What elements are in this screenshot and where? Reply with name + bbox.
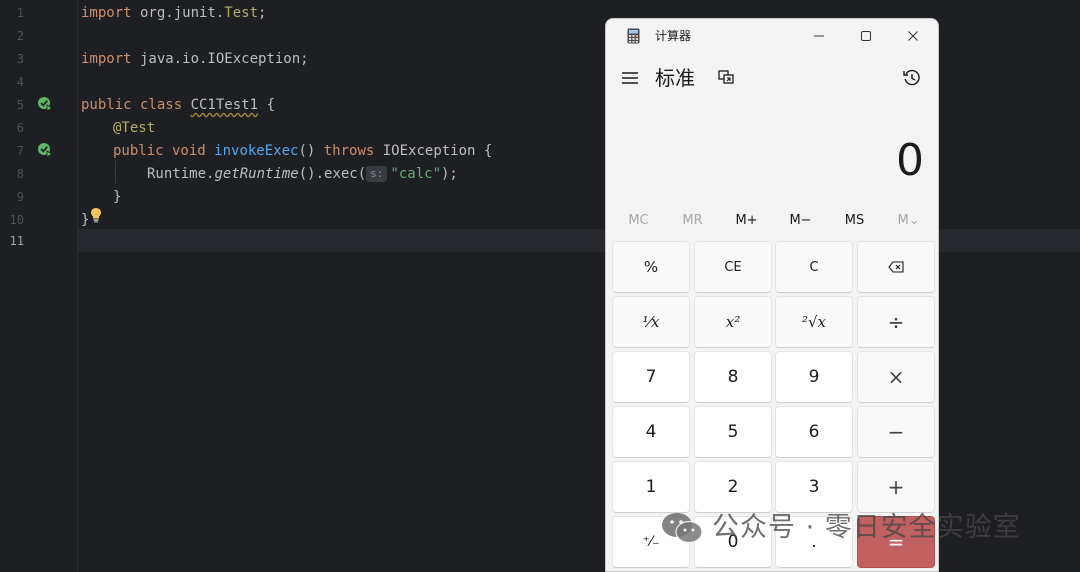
digit-7-button[interactable]: 7 (612, 351, 690, 403)
backspace-icon (888, 261, 904, 273)
digit-1-button[interactable]: 1 (612, 461, 690, 513)
subtract-button[interactable]: − (857, 406, 935, 458)
line-number: 5 (16, 98, 24, 112)
run-test-icon[interactable] (37, 142, 53, 158)
percent-button[interactable]: % (612, 241, 690, 293)
clear-entry-button[interactable]: CE (694, 241, 772, 293)
line-number: 8 (16, 167, 24, 181)
memory-add-button[interactable]: M+ (720, 205, 773, 235)
line-number: 11 (9, 234, 24, 248)
code-line-10: } (81, 212, 90, 228)
calculator-header: 标准 (606, 59, 938, 99)
line-number: 1 (16, 6, 24, 20)
minimize-button[interactable] (796, 19, 842, 53)
title-bar[interactable]: 计算器 (606, 19, 938, 53)
line-number: 6 (16, 121, 24, 135)
indent-guide (115, 161, 116, 183)
run-test-icon[interactable] (37, 96, 53, 112)
line-number: 3 (16, 52, 24, 66)
close-icon (908, 31, 918, 41)
digit-2-button[interactable]: 2 (694, 461, 772, 513)
memory-clear-button[interactable]: MC (612, 205, 665, 235)
result-display: 0 (896, 135, 924, 186)
wechat-icon (662, 513, 703, 544)
digit-9-button[interactable]: 9 (775, 351, 853, 403)
divide-button[interactable]: ÷ (857, 296, 935, 348)
lightbulb-icon[interactable] (90, 207, 102, 223)
calculator-app-icon (627, 28, 640, 44)
code-line-9: } (113, 189, 122, 205)
memory-list-button[interactable]: M⌄ (882, 205, 935, 235)
mode-title: 标准 (655, 66, 695, 90)
maximize-button[interactable] (843, 19, 889, 53)
history-icon[interactable] (902, 68, 922, 88)
memory-recall-button[interactable]: MR (666, 205, 719, 235)
code-line-6: @Test (113, 120, 156, 136)
line-number: 4 (16, 75, 24, 89)
code-line-7: public void invokeExec() throws IOExcept… (113, 143, 493, 159)
maximize-icon (861, 31, 871, 41)
calculator-window[interactable]: 计算器 标准 0 MC MR M+ M− MS M⌄ % CE C ¹⁄x x²… (605, 18, 939, 572)
watermark: 公众号 · 零日安全实验室 (660, 508, 1021, 548)
code-line-5: public class CC1Test1 { (81, 97, 275, 113)
line-number: 2 (16, 29, 24, 43)
digit-5-button[interactable]: 5 (694, 406, 772, 458)
window-title: 计算器 (655, 29, 692, 43)
digit-6-button[interactable]: 6 (775, 406, 853, 458)
reciprocal-button[interactable]: ¹⁄x (612, 296, 690, 348)
memory-store-button[interactable]: MS (828, 205, 881, 235)
square-button[interactable]: x² (694, 296, 772, 348)
digit-4-button[interactable]: 4 (612, 406, 690, 458)
code-line-3: import java.io.IOException; (81, 51, 309, 67)
code-line-1: import org.junit.Test; (81, 5, 267, 21)
memory-row: MC MR M+ M− MS M⌄ (612, 205, 934, 235)
backspace-button[interactable] (857, 241, 935, 293)
minimize-icon (814, 35, 824, 37)
clear-button[interactable]: C (775, 241, 853, 293)
digit-3-button[interactable]: 3 (775, 461, 853, 513)
square-root-button[interactable]: ²√x (775, 296, 853, 348)
multiply-button[interactable]: × (857, 351, 935, 403)
add-button[interactable]: + (857, 461, 935, 513)
watermark-text: 公众号 · 零日安全实验室 (712, 512, 1021, 543)
parameter-hint: s: (366, 166, 388, 182)
digit-8-button[interactable]: 8 (694, 351, 772, 403)
line-number: 10 (9, 213, 24, 227)
line-number: 9 (16, 190, 24, 204)
close-button[interactable] (890, 19, 936, 53)
hamburger-menu-icon[interactable] (621, 69, 639, 87)
code-line-8: Runtime.getRuntime().exec(s: "calc"); (147, 166, 458, 182)
editor-gutter: 1 2 3 4 5 6 7 8 9 10 11 (0, 0, 78, 572)
line-number: 7 (16, 144, 24, 158)
memory-subtract-button[interactable]: M− (774, 205, 827, 235)
keep-on-top-icon[interactable] (717, 69, 735, 87)
